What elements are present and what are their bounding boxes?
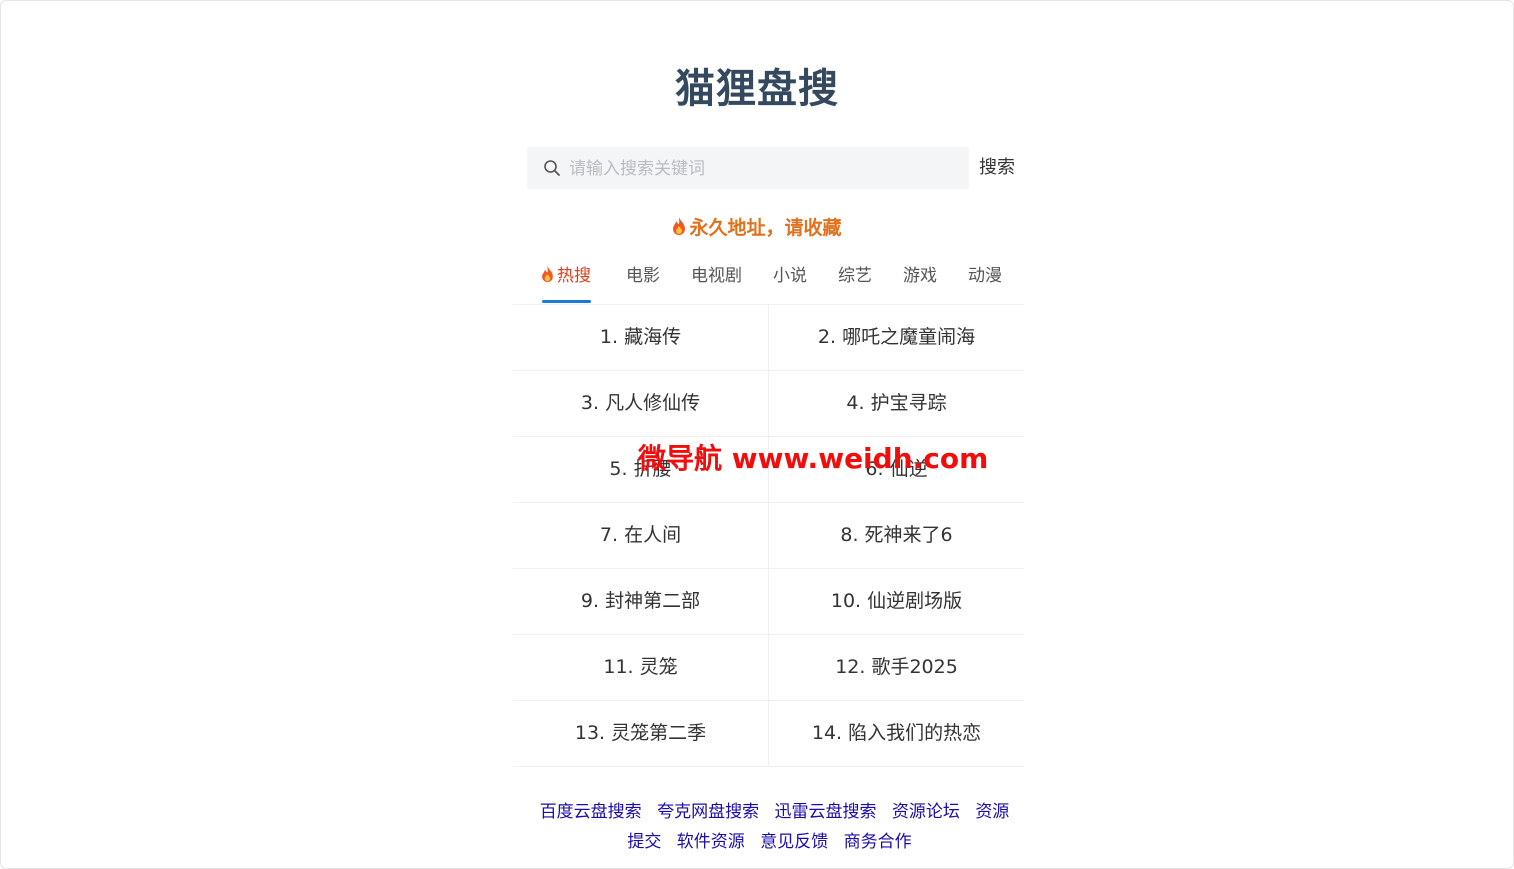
footer-link-quark-search[interactable]: 夸克网盘搜索 — [657, 802, 759, 822]
tab-novel[interactable]: 小说 — [773, 259, 807, 303]
tab-label: 热搜 — [557, 266, 591, 286]
footer-links: 百度云盘搜索 夸克网盘搜索 迅雷云盘搜索 资源论坛 资源提交 软件资源 意见反馈… — [527, 797, 1017, 857]
search-button[interactable]: 搜索 — [973, 147, 1021, 189]
search-box[interactable] — [527, 147, 969, 191]
tab-movie[interactable]: 电影 — [626, 259, 660, 303]
list-item[interactable]: 7. 在人间 — [513, 503, 769, 569]
permanent-address-notice: 永久地址，请收藏 — [1, 213, 1513, 240]
footer-link-business[interactable]: 商务合作 — [844, 832, 912, 852]
list-item[interactable]: 2. 哪吒之魔童闹海 — [769, 305, 1024, 371]
footer-link-resource-forum[interactable]: 资源论坛 — [892, 802, 960, 822]
hot-search-list: 1. 藏海传 2. 哪吒之魔童闹海 3. 凡人修仙传 4. 护宝寻踪 5. 折腰… — [513, 304, 1024, 767]
footer-link-software[interactable]: 软件资源 — [677, 832, 745, 852]
list-item[interactable]: 8. 死神来了6 — [769, 503, 1024, 569]
list-item[interactable]: 4. 护宝寻踪 — [769, 371, 1024, 437]
list-item[interactable]: 12. 歌手2025 — [769, 635, 1024, 701]
list-item[interactable]: 1. 藏海传 — [513, 305, 769, 371]
notice-text: 永久地址，请收藏 — [689, 217, 842, 239]
tab-variety[interactable]: 综艺 — [838, 259, 872, 303]
list-item[interactable]: 13. 灵笼第二季 — [513, 701, 769, 767]
category-tabs: 热搜 电影 电视剧 小说 综艺 游戏 动漫 — [527, 259, 1017, 305]
list-item[interactable]: 9. 封神第二部 — [513, 569, 769, 635]
list-item[interactable]: 11. 灵笼 — [513, 635, 769, 701]
page: 猫狸盘搜 搜索 永久地址，请收藏 热搜 电影 电视剧 小说 综艺 游戏 动漫 — [0, 0, 1514, 869]
fire-icon — [673, 217, 686, 235]
footer-link-xunlei-search[interactable]: 迅雷云盘搜索 — [775, 802, 877, 822]
search-bar: 搜索 — [527, 147, 1027, 191]
list-item[interactable]: 10. 仙逆剧场版 — [769, 569, 1024, 635]
search-icon — [544, 160, 560, 176]
tab-tv-series[interactable]: 电视剧 — [691, 259, 742, 303]
tab-game[interactable]: 游戏 — [903, 259, 937, 303]
list-item[interactable]: 14. 陷入我们的热恋 — [769, 701, 1024, 767]
tab-anime[interactable]: 动漫 — [968, 259, 1002, 303]
search-input[interactable] — [567, 147, 961, 191]
footer-link-feedback[interactable]: 意见反馈 — [760, 832, 828, 852]
footer-link-baidu-search[interactable]: 百度云盘搜索 — [540, 802, 642, 822]
tab-hot-search[interactable]: 热搜 — [541, 259, 591, 303]
site-title: 猫狸盘搜 — [675, 66, 839, 112]
fire-icon — [542, 266, 553, 283]
list-item[interactable]: 3. 凡人修仙传 — [513, 371, 769, 437]
active-tab-indicator — [542, 300, 591, 303]
watermark: 微导航 www.weidh.com — [638, 442, 989, 475]
